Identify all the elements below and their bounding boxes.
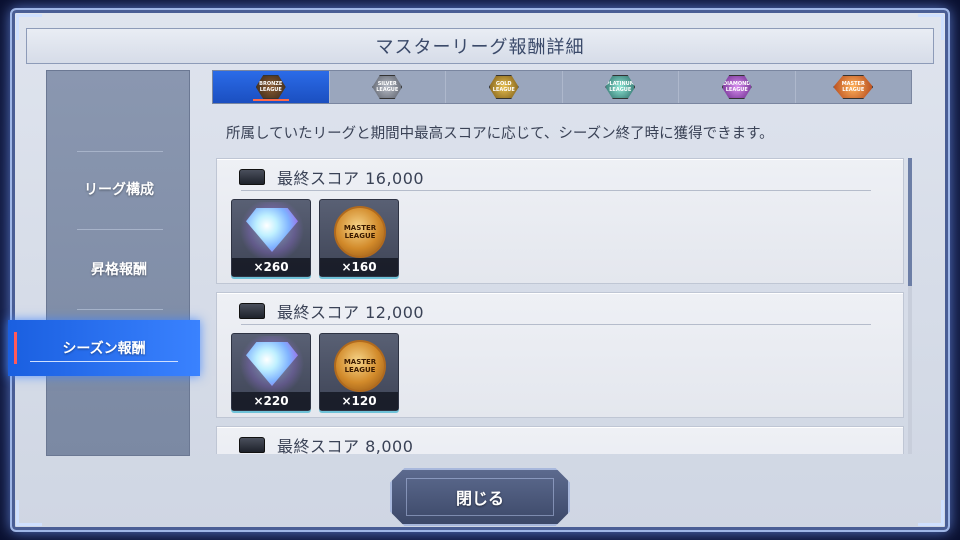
sidebar-divider [77,309,163,310]
reward-card-header: 最終スコア 8,000 [239,433,413,454]
frame-corner [16,500,42,526]
chest-icon [239,169,265,185]
reward-card: 最終スコア 16,000 ×260 MASTER LEAGUE ×160 [216,158,904,284]
sidebar-divider [77,229,163,230]
reward-description: 所属していたリーグと期間中最高スコアに応じて、シーズン終了時に獲得できます。 [226,126,774,142]
reward-card-title: 最終スコア 16,000 [277,169,425,188]
dialog-title: マスターリーグ報酬詳細 [375,37,585,58]
tab-master-league[interactable]: MASTER LEAGUE [796,71,912,103]
tab-bronze-league[interactable]: BRONZE LEAGUE [213,71,330,103]
divider [241,190,871,191]
chest-icon [239,437,265,453]
reward-card-header: 最終スコア 12,000 [239,299,424,323]
frame-corner [918,500,944,526]
master-league-badge-icon: MASTER LEAGUE [833,75,874,99]
reward-list-scrollbar[interactable] [908,158,912,454]
tab-diamond-league[interactable]: DIAMOND LEAGUE [679,71,796,103]
league-tab-strip: BRONZE LEAGUE SILVER LEAGUE GOLD LEAGUE … [212,70,912,104]
sidebar-item-league-structure[interactable]: リーグ構成 [47,169,191,209]
reward-card: 最終スコア 8,000 [216,426,904,454]
reward-item-master-medal[interactable]: MASTER LEAGUE ×120 [319,333,399,411]
tab-platinum-league[interactable]: PLATINUM LEAGUE [563,71,679,103]
reward-list[interactable]: 最終スコア 16,000 ×260 MASTER LEAGUE ×160 最終ス… [212,154,912,454]
active-underline [30,361,178,362]
diamond-league-badge-icon: DIAMOND LEAGUE [721,75,752,99]
close-button[interactable]: 閉じる [390,468,570,526]
sidebar-item-label: リーグ構成 [84,182,154,198]
sidebar-item-label: シーズン報酬 [62,341,146,357]
divider [241,324,871,325]
item-quantity: ×260 [232,258,310,276]
chest-icon [239,303,265,319]
master-league-medal-icon: MASTER LEAGUE [334,206,386,258]
reward-item-diamond[interactable]: ×220 [231,333,311,411]
dialog-title-bar: マスターリーグ報酬詳細 [26,28,934,64]
item-quantity: ×120 [320,392,398,410]
silver-league-badge-icon: SILVER LEAGUE [372,75,403,99]
reward-card: 最終スコア 12,000 ×220 MASTER LEAGUE ×120 [216,292,904,418]
reward-card-title: 最終スコア 8,000 [277,437,414,454]
tab-silver-league[interactable]: SILVER LEAGUE [330,71,446,103]
tab-gold-league[interactable]: GOLD LEAGUE [446,71,563,103]
sidebar: リーグ構成 昇格報酬 [46,70,190,456]
sidebar-divider [77,151,163,152]
reward-card-title: 最終スコア 12,000 [277,303,425,322]
item-quantity: ×220 [232,392,310,410]
item-quantity: ×160 [320,258,398,276]
sidebar-item-promotion-rewards[interactable]: 昇格報酬 [47,249,191,289]
sidebar-item-label: 昇格報酬 [91,262,147,278]
reward-items: ×260 MASTER LEAGUE ×160 [231,199,399,277]
close-button-inner-border [406,478,554,516]
reward-items: ×220 MASTER LEAGUE ×120 [231,333,399,411]
platinum-league-badge-icon: PLATINUM LEAGUE [605,75,636,99]
master-league-medal-icon: MASTER LEAGUE [334,340,386,392]
sidebar-item-season-rewards[interactable]: シーズン報酬 [8,320,200,376]
bronze-league-badge-icon: BRONZE LEAGUE [255,75,286,99]
reward-card-header: 最終スコア 16,000 [239,165,424,189]
scrollbar-thumb[interactable] [908,158,912,286]
gold-league-badge-icon: GOLD LEAGUE [488,75,519,99]
reward-item-master-medal[interactable]: MASTER LEAGUE ×160 [319,199,399,277]
reward-item-diamond[interactable]: ×260 [231,199,311,277]
